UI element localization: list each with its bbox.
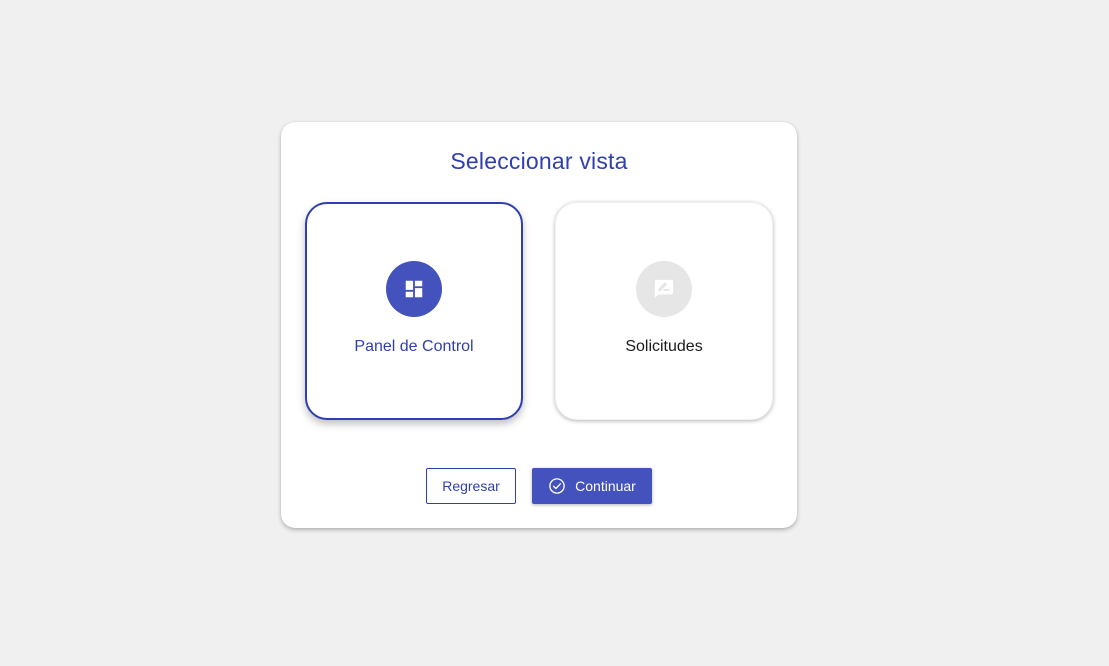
dialog-title: Seleccionar vista (450, 148, 628, 174)
select-view-dialog: Seleccionar vista Panel de Control Solic… (281, 122, 797, 528)
option-card-solicitudes[interactable]: Solicitudes (555, 202, 773, 420)
back-button[interactable]: Regresar (426, 468, 516, 504)
rate-review-icon (636, 261, 692, 317)
check-circle-icon (548, 477, 566, 495)
back-button-label: Regresar (442, 478, 500, 494)
option-label-solicitudes: Solicitudes (625, 338, 703, 355)
dashboard-icon (386, 261, 442, 317)
option-card-panel-de-control[interactable]: Panel de Control (305, 202, 523, 420)
continue-button-label: Continuar (575, 478, 636, 494)
option-label-panel-de-control: Panel de Control (354, 338, 474, 355)
continue-button[interactable]: Continuar (532, 468, 652, 504)
